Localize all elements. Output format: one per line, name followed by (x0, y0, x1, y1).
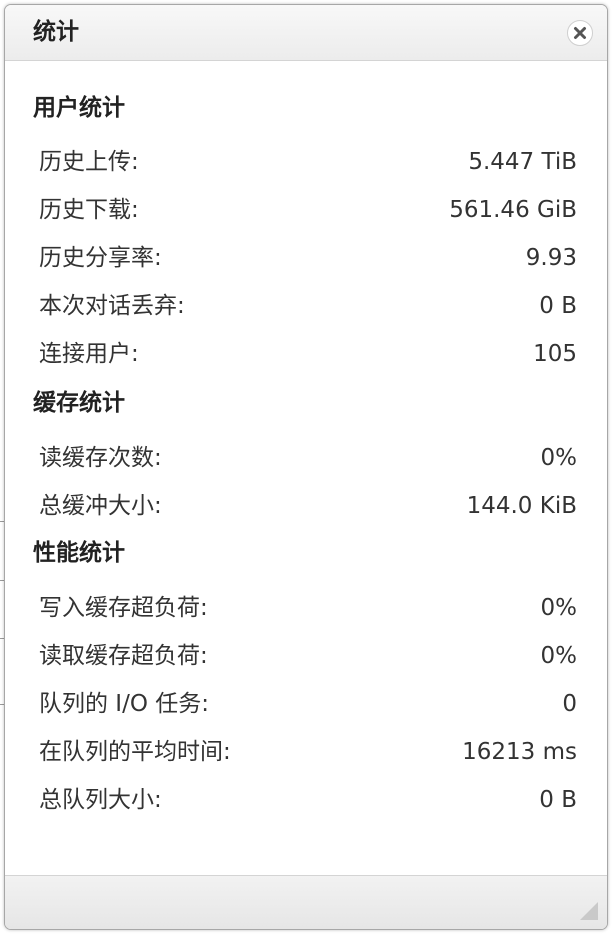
dialog-titlebar[interactable]: 统计 (5, 5, 607, 61)
stat-value: 0% (540, 595, 578, 621)
stat-row-read-cache-overload: 读取缓存超负荷: 0% (39, 641, 577, 671)
stat-value: 5.447 TiB (468, 149, 577, 175)
stat-row-read-cache-hits: 读缓存次数: 0% (39, 443, 577, 473)
stat-value: 9.93 (525, 245, 577, 271)
close-button[interactable] (567, 20, 593, 46)
stat-value: 561.46 GiB (449, 197, 577, 223)
stat-label: 连接用户: (39, 341, 139, 367)
stat-row-share-ratio: 历史分享率: 9.93 (39, 243, 577, 273)
stat-label: 在队列的平均时间: (39, 739, 231, 765)
stat-row-total-buffer-size: 总缓冲大小: 144.0 KiB (39, 491, 577, 521)
close-icon (574, 27, 586, 39)
stat-label: 总队列大小: (39, 787, 162, 813)
stat-row-connected-peers: 连接用户: 105 (39, 339, 577, 369)
stat-row-queued-io-jobs: 队列的 I/O 任务: 0 (39, 689, 577, 719)
stat-value: 144.0 KiB (466, 493, 577, 519)
stat-value: 105 (533, 341, 577, 367)
stat-label: 本次对话丢弃: (39, 293, 185, 319)
stat-value: 0% (540, 643, 578, 669)
stat-value: 0 B (539, 787, 577, 813)
stat-label: 历史下载: (39, 197, 139, 223)
stat-label: 历史上传: (39, 149, 139, 175)
resize-grip-icon (580, 902, 598, 920)
stat-row-average-queue-time: 在队列的平均时间: 16213 ms (39, 737, 577, 767)
stat-row-write-cache-overload: 写入缓存超负荷: 0% (39, 593, 577, 623)
section-title-cache-stats: 缓存统计 (33, 390, 125, 416)
stat-label: 写入缓存超负荷: (39, 595, 208, 621)
dialog-footer (5, 875, 607, 929)
stat-row-history-download: 历史下载: 561.46 GiB (39, 195, 577, 225)
stat-value: 16213 ms (462, 739, 577, 765)
section-title-performance-stats: 性能统计 (33, 540, 125, 566)
stat-label: 总缓冲大小: (39, 493, 162, 519)
statistics-dialog: 统计 用户统计 历史上传: 5.447 TiB 历史下载: 561.46 GiB… (4, 4, 608, 930)
stat-value: 0 B (539, 293, 577, 319)
stat-label: 历史分享率: (39, 245, 162, 271)
section-title-user-stats: 用户统计 (33, 95, 125, 121)
stat-row-session-wasted: 本次对话丢弃: 0 B (39, 291, 577, 321)
stat-label: 读缓存次数: (39, 445, 162, 471)
resize-handle[interactable] (577, 899, 601, 923)
dialog-title: 统计 (33, 19, 79, 45)
stat-row-history-upload: 历史上传: 5.447 TiB (39, 147, 577, 177)
stat-value: 0 (562, 691, 577, 717)
stat-row-total-queue-size: 总队列大小: 0 B (39, 785, 577, 815)
stat-value: 0% (540, 445, 578, 471)
stat-label: 读取缓存超负荷: (39, 643, 208, 669)
stat-label: 队列的 I/O 任务: (39, 691, 210, 717)
